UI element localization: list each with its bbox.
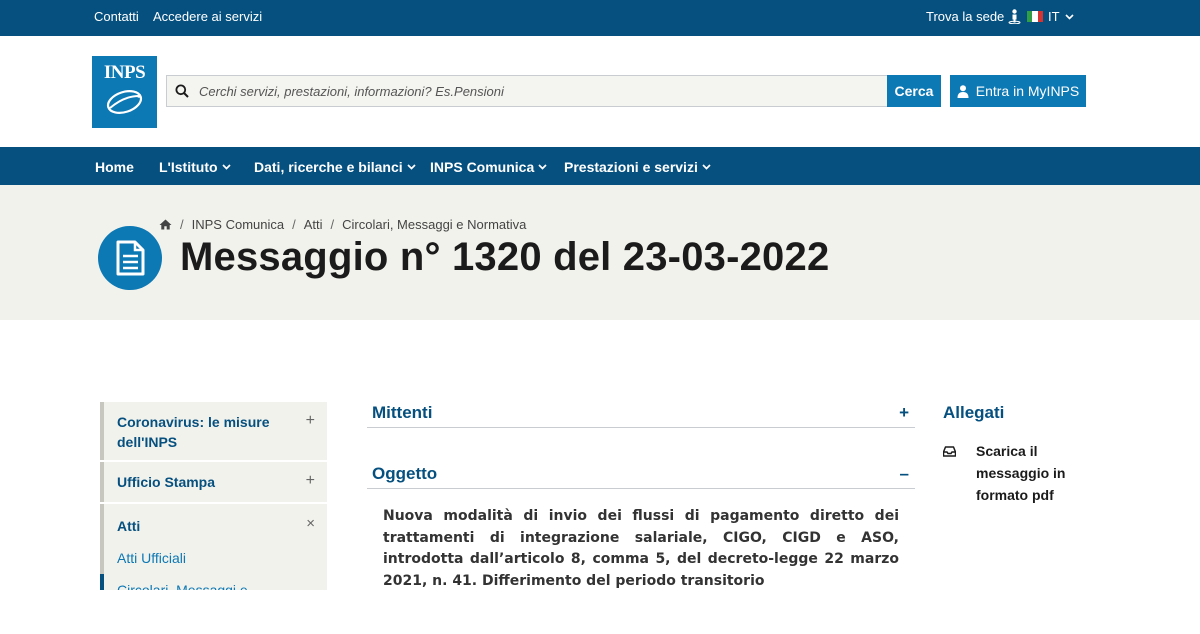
sidebar-subitem-atti-ufficiali[interactable]: Atti Ufficiali xyxy=(100,544,327,574)
section-mittenti-header[interactable]: Mittenti + xyxy=(367,402,915,428)
expand-icon[interactable]: + xyxy=(899,403,909,423)
section-oggetto-header[interactable]: Oggetto – xyxy=(367,463,915,489)
trova-sede-link[interactable]: Trova la sede xyxy=(926,9,1021,24)
inps-logo[interactable]: INPS xyxy=(92,56,157,128)
search-box xyxy=(166,75,888,107)
nav-comunica-label: INPS Comunica xyxy=(430,159,535,175)
expand-icon[interactable]: + xyxy=(306,472,315,490)
breadcrumb: / INPS Comunica / Atti / Circolari, Mess… xyxy=(159,217,526,232)
nav-dati-label: Dati, ricerche e bilanci xyxy=(254,159,403,175)
breadcrumb-separator: / xyxy=(330,217,335,232)
nav-prestazioni-label: Prestazioni e servizi xyxy=(564,159,698,175)
download-pdf-link[interactable]: Scarica il messaggio in formato pdf xyxy=(976,440,1066,506)
search-input[interactable] xyxy=(199,76,879,106)
inbox-download-icon xyxy=(943,446,956,457)
oggetto-text: Nuova modalità di invio dei flussi di pa… xyxy=(383,508,899,589)
language-label: IT xyxy=(1048,9,1060,24)
page-title: Messaggio n° 1320 del 23-03-2022 xyxy=(180,235,830,279)
myinps-login-button[interactable]: Entra in MyINPS xyxy=(950,75,1086,107)
italy-flag-icon xyxy=(1027,11,1043,22)
document-icon xyxy=(116,240,145,276)
chevron-down-icon xyxy=(221,164,231,170)
language-selector[interactable]: IT xyxy=(1027,9,1074,24)
allegati-title: Allegati xyxy=(943,403,1005,422)
breadcrumb-separator: / xyxy=(180,217,184,232)
nav-istituto[interactable]: L'Istituto xyxy=(159,159,231,175)
collapse-icon[interactable]: – xyxy=(900,464,909,484)
breadcrumb-separator: / xyxy=(292,217,296,232)
person-marker-icon xyxy=(1008,9,1021,24)
nav-home-label: Home xyxy=(95,159,134,175)
sidebar-item-label: Coronavirus: le misure dell'INPS xyxy=(117,414,270,450)
expand-icon[interactable]: + xyxy=(306,412,315,430)
document-badge xyxy=(98,226,162,290)
nav-istituto-label: L'Istituto xyxy=(159,159,218,175)
collapse-icon[interactable]: × xyxy=(306,515,315,532)
nav-home[interactable]: Home xyxy=(95,159,134,175)
main-navigation: Home L'Istituto Dati, ricerche e bilanci… xyxy=(0,147,1200,185)
sidebar-subitem-circolari[interactable]: Circolari, Messaggi e xyxy=(100,574,327,590)
search-button[interactable]: Cerca xyxy=(887,75,941,107)
logo-emblem-icon xyxy=(106,90,143,114)
chevron-down-icon xyxy=(407,164,416,170)
nav-dati-ricerche[interactable]: Dati, ricerche e bilanci xyxy=(254,159,416,175)
chevron-down-icon xyxy=(702,164,711,170)
trova-sede-label: Trova la sede xyxy=(926,9,1005,24)
breadcrumb-inps-comunica[interactable]: INPS Comunica xyxy=(192,217,284,232)
top-utility-bar: Contatti Accedere ai servizi Trova la se… xyxy=(0,0,1200,36)
myinps-label: Entra in MyINPS xyxy=(975,83,1080,99)
chevron-down-icon xyxy=(1064,13,1074,20)
chevron-down-icon xyxy=(538,164,547,170)
accedere-servizi-link[interactable]: Accedere ai servizi xyxy=(153,9,262,24)
page-header-hero: / INPS Comunica / Atti / Circolari, Mess… xyxy=(0,185,1200,320)
sidebar-item-ufficio-stampa[interactable]: Ufficio Stampa + xyxy=(100,462,327,502)
nav-prestazioni-servizi[interactable]: Prestazioni e servizi xyxy=(564,159,711,175)
sidebar-item-label: Ufficio Stampa xyxy=(117,474,216,490)
sidebar-item-coronavirus[interactable]: Coronavirus: le misure dell'INPS + xyxy=(100,402,327,460)
breadcrumb-circolari[interactable]: Circolari, Messaggi e Normativa xyxy=(342,217,526,232)
contatti-link[interactable]: Contatti xyxy=(94,9,139,24)
sidebar-menu: Coronavirus: le misure dell'INPS + Uffic… xyxy=(100,402,327,590)
section-oggetto-title: Oggetto xyxy=(372,464,438,483)
search-icon xyxy=(175,84,189,98)
nav-inps-comunica[interactable]: INPS Comunica xyxy=(430,159,547,175)
breadcrumb-atti[interactable]: Atti xyxy=(304,217,323,232)
sidebar-subitem-label: Atti Ufficiali xyxy=(117,550,186,566)
sidebar-subitem-label: Circolari, Messaggi e xyxy=(117,582,248,590)
section-mittenti-title: Mittenti xyxy=(372,403,433,422)
sidebar-item-label: Atti xyxy=(117,518,141,534)
sidebar-item-atti[interactable]: Atti × xyxy=(100,504,327,544)
user-icon xyxy=(957,84,969,98)
